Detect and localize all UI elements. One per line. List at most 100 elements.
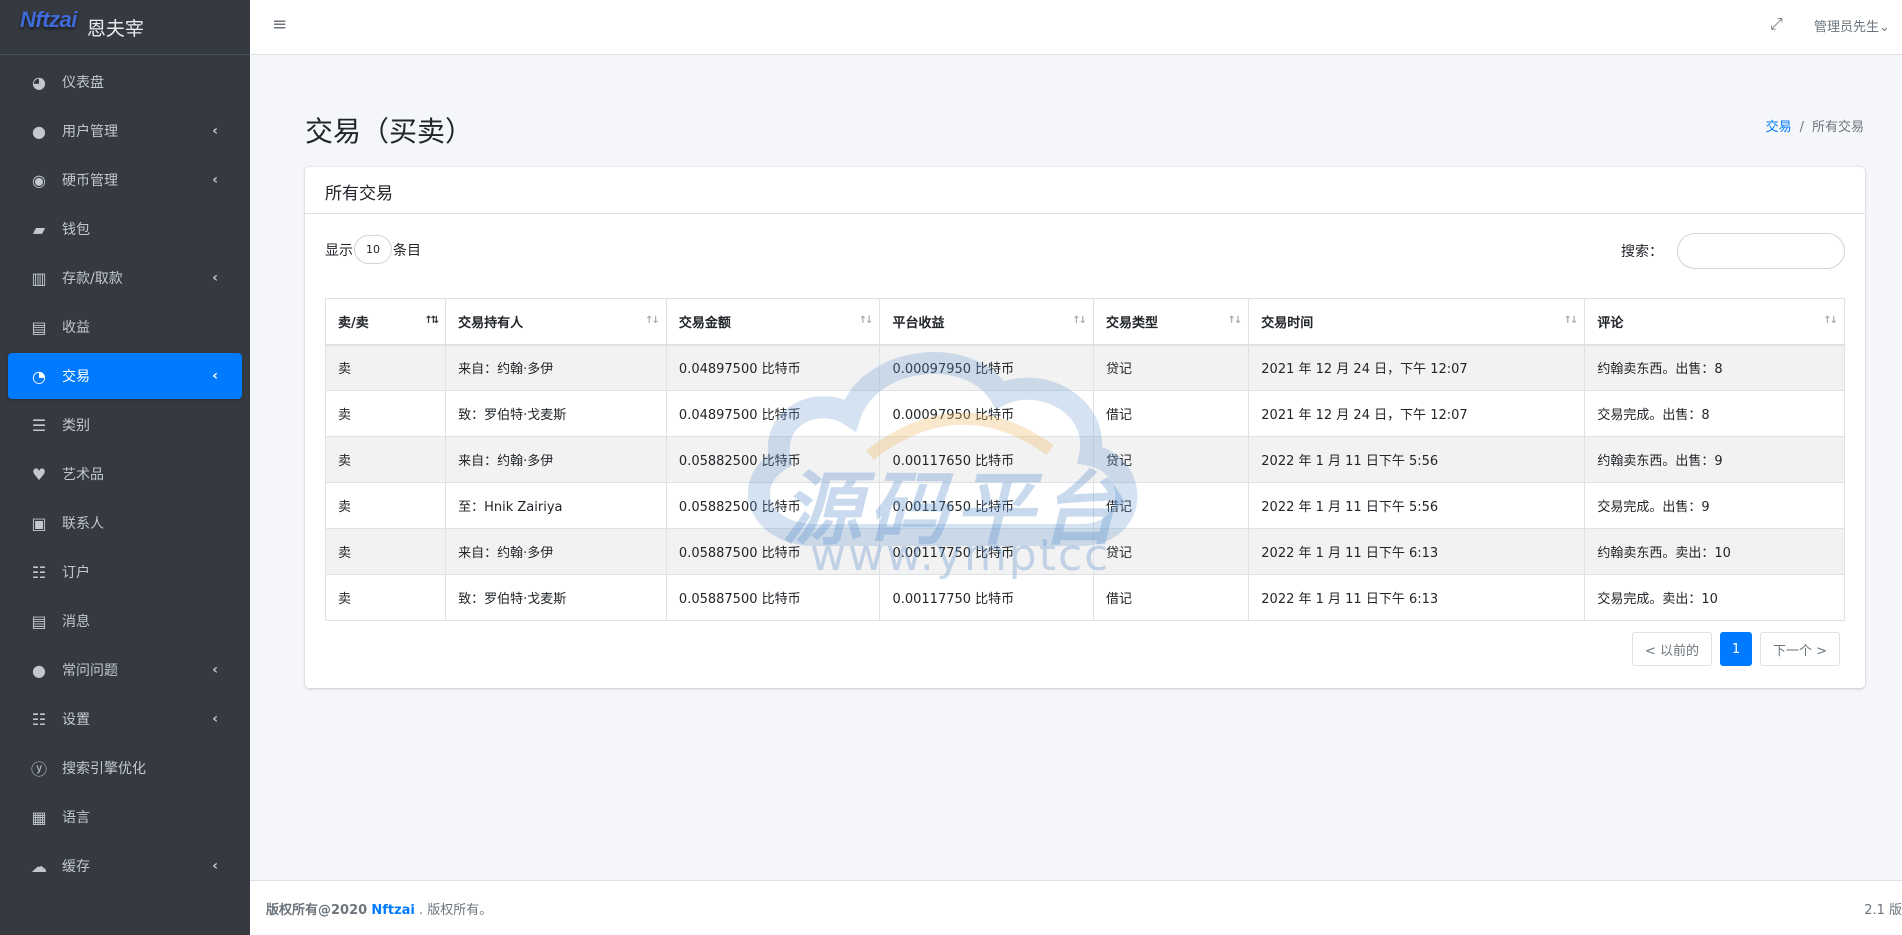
pagination-page-1[interactable]: 1 (1719, 632, 1752, 666)
cell-amount: 0.05887500 比特币 (665, 528, 881, 575)
cell-amount: 0.05882500 比特币 (665, 482, 881, 529)
fullscreen-icon[interactable]: ⤢ (1770, 14, 1783, 34)
dashboard-icon: ◕ (32, 72, 46, 92)
wallet-icon: ▰ (32, 219, 46, 239)
sidebar-item-user-management[interactable]: ● 用户管理 ‹ (8, 108, 242, 154)
column-header-comment[interactable]: 评论 ↑↓ (1584, 298, 1845, 346)
cell-amount: 0.04897500 比特币 (665, 344, 881, 391)
table-row: 卖 至：Hnik Zairiya 0.05882500 比特币 0.001176… (324, 482, 1845, 529)
brand-logo: Nftzai (20, 7, 77, 32)
sidebar-item-cache[interactable]: ☁ 缓存 ‹ (8, 843, 242, 889)
cell-comment: 交易完成。卖出：10 (1584, 574, 1845, 621)
cell-buy-sell: 卖 (324, 390, 447, 437)
chevron-down-icon: ⌄ (1879, 20, 1890, 35)
coins-icon: ◉ (32, 170, 46, 190)
page-title: 交易（买卖） (305, 115, 474, 148)
column-header-time[interactable]: 交易时间 ↑↓ (1248, 298, 1586, 346)
cell-holder: 来自：约翰·多伊 (445, 528, 667, 575)
sidebar-item-label: 消息 (62, 614, 90, 630)
chevron-left-icon: ‹ (212, 368, 218, 384)
user-menu-dropdown[interactable]: 管理员先生⌄ (1814, 16, 1890, 35)
table-row: 卖 致：罗伯特·戈麦斯 0.05887500 比特币 0.00117750 比特… (324, 574, 1845, 621)
chevron-left-icon: ‹ (212, 711, 218, 727)
entries-select[interactable]: 10 (354, 235, 392, 264)
sidebar-item-label: 类别 (62, 418, 90, 434)
sidebar-item-label: 常问问题 (62, 663, 118, 679)
sidebar-item-transactions[interactable]: ◔ 交易 ‹ (8, 353, 242, 399)
cell-platform-earnings: 0.00117650 比特币 (879, 436, 1094, 483)
sidebar-item-coin-management[interactable]: ◉ 硬币管理 ‹ (8, 157, 242, 203)
sidebar-item-faq[interactable]: ● 常问问题 ‹ (8, 647, 242, 693)
pie-chart-icon: ◔ (32, 366, 46, 386)
cell-comment: 交易完成。出售：8 (1584, 390, 1845, 437)
breadcrumb-separator: / (1799, 120, 1804, 135)
top-navbar: ≡ ⤢ 管理员先生⌄ (250, 0, 1902, 55)
sidebar-item-label: 设置 (62, 712, 90, 728)
breadcrumb-link-transactions[interactable]: 交易 (1766, 120, 1792, 135)
message-icon: ▤ (31, 611, 47, 631)
pagination-next-button[interactable]: 下一个 > (1759, 632, 1840, 666)
sidebar-item-categories[interactable]: ☰ 类别 (8, 402, 242, 448)
user-name: 管理员先生 (1814, 20, 1880, 35)
sort-icon: ↑↓ (1072, 315, 1087, 326)
sort-icon: ↑↓ (645, 315, 660, 326)
chevron-left-icon: ‹ (212, 123, 218, 139)
cell-holder: 来自：约翰·多伊 (445, 344, 667, 391)
cell-buy-sell: 卖 (324, 436, 447, 483)
sidebar-item-label: 收益 (62, 320, 90, 336)
sidebar-item-label: 硬币管理 (62, 173, 118, 189)
sidebar-item-deposit-withdraw[interactable]: ▥ 存款/取款 ‹ (8, 255, 242, 301)
column-header-holder[interactable]: 交易持有人 ↑↓ (445, 298, 667, 346)
sidebar-item-label: 缓存 (62, 859, 90, 875)
brand-link[interactable]: Nftzai 恩夫宰 (0, 0, 250, 55)
sidebar-item-subscribers[interactable]: ☷ 订户 (8, 549, 242, 595)
sidebar-item-wallet[interactable]: ▰ 钱包 (8, 206, 242, 252)
column-header-type[interactable]: 交易类型 ↑↓ (1092, 298, 1250, 346)
hamburger-menu-icon[interactable]: ≡ (272, 14, 287, 35)
sidebar-item-artworks[interactable]: ♥ 艺术品 (8, 451, 242, 497)
chevron-left-icon: ‹ (212, 270, 218, 286)
sort-icon: ↑↓ (1823, 315, 1838, 326)
column-header-buy-sell[interactable]: 卖/卖 ↑⇅ (324, 298, 447, 346)
cell-comment: 约翰卖东西。出售：9 (1584, 436, 1845, 483)
sidebar-item-label: 订户 (62, 565, 90, 581)
sidebar-item-settings[interactable]: ☷ 设置 ‹ (8, 696, 242, 742)
sidebar-item-seo[interactable]: ⓨ 搜索引擎优化 (8, 745, 242, 791)
column-header-amount[interactable]: 交易金额 ↑↓ (665, 298, 881, 346)
sidebar-item-label: 存款/取款 (62, 271, 123, 287)
cloud-icon: ☁ (31, 856, 47, 876)
entries-length-control: 显示 10 条目 (325, 235, 421, 264)
sidebar-item-contacts[interactable]: ▣ 联系人 (8, 500, 242, 546)
cell-platform-earnings: 0.00097950 比特币 (879, 390, 1094, 437)
pagination: < 以前的 1 下一个 > (1624, 632, 1840, 666)
footer-brand-link[interactable]: Nftzai (371, 903, 415, 918)
sidebar-item-language[interactable]: ▦ 语言 (8, 794, 242, 840)
sidebar-item-earnings[interactable]: ▤ 收益 (8, 304, 242, 350)
cell-holder: 致：罗伯特·戈麦斯 (445, 390, 667, 437)
cell-time: 2022 年 1 月 11 日下午 5:56 (1248, 436, 1586, 483)
cell-buy-sell: 卖 (324, 528, 447, 575)
breadcrumb-current: 所有交易 (1811, 120, 1864, 135)
table-row: 卖 来自：约翰·多伊 0.05887500 比特币 0.00117750 比特币… (324, 528, 1845, 575)
footer-copyright: 版权所有@2020 (266, 903, 368, 918)
column-header-platform-earnings[interactable]: 平台收益 ↑↓ (879, 298, 1094, 346)
sidebar-item-dashboard[interactable]: ◕ 仪表盘 (8, 59, 242, 105)
cell-amount: 0.05887500 比特币 (665, 574, 881, 621)
bank-icon: ▥ (31, 268, 47, 288)
cell-type: 借记 (1092, 482, 1250, 529)
footer: 版权所有@2020 Nftzai . 版权所有。 2.1 版 (250, 880, 1902, 935)
cell-comment: 约翰卖东西。卖出：10 (1584, 528, 1845, 575)
cell-platform-earnings: 0.00117750 比特币 (879, 528, 1094, 575)
sidebar-item-label: 用户管理 (62, 124, 118, 140)
cell-time: 2022 年 1 月 11 日下午 5:56 (1248, 482, 1586, 529)
table-row: 卖 来自：约翰·多伊 0.05882500 比特币 0.00117650 比特币… (324, 436, 1845, 483)
cell-platform-earnings: 0.00117750 比特币 (879, 574, 1094, 621)
sidebar-item-messages[interactable]: ▤ 消息 (8, 598, 242, 644)
table-row: 卖 致：罗伯特·戈麦斯 0.04897500 比特币 0.00097950 比特… (324, 390, 1845, 437)
sort-icon: ↑↓ (858, 315, 874, 326)
search-input[interactable] (1677, 233, 1845, 269)
sidebar-item-label: 钱包 (62, 222, 90, 238)
cell-type: 贷记 (1092, 528, 1250, 575)
pagination-prev-button[interactable]: < 以前的 (1631, 632, 1712, 666)
cell-buy-sell: 卖 (324, 574, 447, 621)
